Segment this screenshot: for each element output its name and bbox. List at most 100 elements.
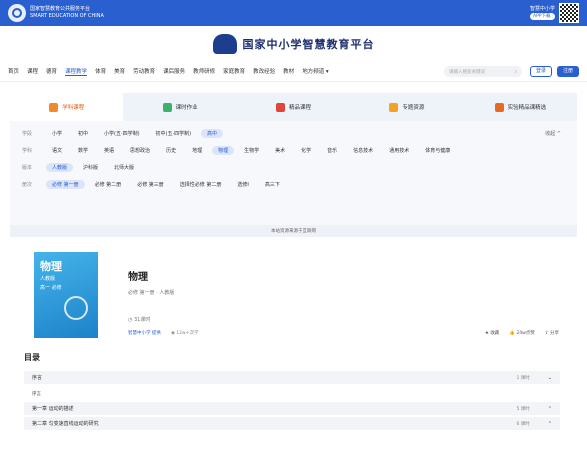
book-hours: ◷ 31课时 [128, 317, 151, 323]
filter-option[interactable]: 体育与健康 [419, 146, 456, 155]
hours-value: 31课时 [133, 317, 151, 323]
filter-option[interactable]: 选修I [231, 180, 254, 189]
nav-item[interactable]: 课程教学 [65, 67, 88, 76]
filter-option[interactable]: 思想政治 [124, 146, 156, 155]
nav-item[interactable]: 教改经验 [253, 67, 275, 76]
register-button[interactable]: 注册 [556, 66, 579, 77]
like-button[interactable]: 👍 24w点赞 [509, 330, 534, 336]
org-name-en: SMART EDUCATION OF CHINA [30, 13, 104, 19]
filter-options: 人教版 沪科版 北师大版 [46, 163, 140, 172]
nav-item[interactable]: 德育 [46, 67, 57, 76]
category-tab-icon [276, 102, 285, 112]
chevron-down-icon[interactable]: ⌄ [548, 375, 552, 381]
category-tab[interactable]: 学科课程 [10, 93, 124, 121]
toc-chapter-meta-group: 5 课时 ⌃ [517, 406, 553, 412]
category-tabs: 学科课程 课时作业 精品课程 专题资源 实验精品课精选 [10, 93, 577, 121]
search-placeholder: 请输入搜索关键词 [448, 69, 485, 75]
toc-chapter[interactable]: 第一章 运动的描述 5 课时 ⌃ [24, 402, 560, 415]
thumb-icon: 👍 [509, 331, 515, 336]
nav-item[interactable]: 体育 [95, 67, 106, 76]
category-tab[interactable]: 精品课程 [237, 93, 350, 121]
site-logo[interactable]: 国家智慧教育公共服务平台 SMART EDUCATION OF CHINA [8, 4, 104, 22]
filter-option[interactable]: 英语 [98, 146, 120, 155]
toc-chapter[interactable]: 第二章 匀变速直线运动的研究 6 课时 ⌃ [24, 417, 560, 430]
filter-option[interactable]: 选择性必修 第二册 [174, 180, 228, 189]
category-tab-label: 学科课程 [62, 105, 85, 111]
book-source[interactable]: 智慧中小学 提供 [128, 330, 161, 336]
filter-option[interactable]: 信息技术 [347, 146, 379, 155]
filter-option[interactable]: 语文 [46, 146, 68, 155]
nav-item[interactable]: 家庭教育 [223, 67, 245, 76]
like-count: 24w点赞 [516, 331, 535, 336]
share-button[interactable]: ⇪ 分享 [545, 330, 559, 336]
nav-item[interactable]: 地方频道 ▾ [302, 67, 329, 76]
filter-option[interactable]: 高中 [201, 129, 224, 138]
filter-option[interactable]: 小学(五·四学制) [98, 129, 146, 138]
brand-title: 国家中小学智慧教育平台 [242, 38, 375, 51]
toc-chapter-meta: 1 课时 [516, 375, 530, 381]
filter-option[interactable]: 北师大版 [108, 163, 140, 172]
filter-option[interactable]: 初中 [72, 129, 94, 138]
brand-logo-icon [212, 34, 237, 54]
filter-row: 学科 语文 数学 英语 思想政治 历史 地理 物理 生物学 美术 化学 音乐 信息技术 通用技术 体育与健康 [22, 142, 567, 159]
category-tab[interactable]: 实验精品课精选 [464, 93, 577, 121]
filter-row-label: 册次 [22, 182, 33, 188]
nav-item[interactable]: 课程 [27, 67, 38, 76]
filter-option[interactable]: 高三下 [259, 180, 286, 189]
nav-item[interactable]: 首页 [8, 67, 19, 76]
filter-option[interactable]: 必修 第二册 [89, 180, 128, 189]
toc-chapter[interactable]: 序言 1 课时 ⌄ [24, 371, 560, 384]
collapse-button[interactable]: 收起 ^ [545, 130, 561, 137]
category-tab-label: 课时作业 [175, 105, 198, 111]
filter-option[interactable]: 沪科版 [77, 163, 104, 172]
views-value: 12w+次学 [176, 331, 199, 336]
filter-option[interactable]: 历史 [160, 146, 182, 155]
filter-option[interactable]: 美术 [269, 146, 291, 155]
filter-option[interactable]: 化学 [295, 146, 317, 155]
toc-chapter-meta-group: 6 课时 ⌃ [517, 421, 553, 427]
nav-item[interactable]: 课后服务 [163, 67, 185, 76]
toc-chapter-meta: 6 课时 [516, 421, 530, 427]
filter-options: 语文 数学 英语 思想政治 历史 地理 物理 生物学 美术 化学 音乐 信息技术 通用技术 体育与健康 [46, 146, 456, 155]
toc-chapter-meta: 5 课时 [516, 406, 530, 412]
toc-lesson[interactable]: 序言 [24, 386, 560, 402]
filter-option[interactable]: 小学 [46, 129, 68, 138]
search-input[interactable]: 请输入搜索关键词 ⌕ [443, 66, 522, 77]
filter-option[interactable]: 初中(五·四学制) [150, 129, 198, 138]
main-nav: 首页 课程 德育 课程教学 体育 美育 劳动教育 课后服务 教师研修 家庭教育 教改经验 教材 地方频道… [0, 62, 587, 82]
search-icon[interactable]: ⌕ [514, 69, 517, 75]
category-tab-icon [389, 102, 399, 112]
login-button[interactable]: 登录 [529, 66, 552, 77]
filter-option[interactable]: 地理 [186, 146, 208, 155]
favorite-button[interactable]: ★ 收藏 [485, 330, 499, 336]
app-download-button[interactable]: APP下载 [529, 13, 555, 20]
toc-chapter-label: 第二章 匀变速直线运动的研究 [32, 421, 99, 427]
filter-option[interactable]: 通用技术 [383, 146, 415, 155]
toc-chapter-label: 序言 [32, 375, 43, 381]
filter-option[interactable]: 必修 第一册 [46, 180, 85, 189]
category-tab-label: 专题资源 [402, 105, 425, 111]
nav-item[interactable]: 劳动教育 [133, 67, 155, 76]
chevron-up-icon[interactable]: ⌃ [548, 421, 552, 427]
book-subtitle: 必修 第一册 · 人教版 [128, 290, 175, 296]
filter-row: 学段 小学 初中 小学(五·四学制) 初中(五·四学制) 高中 [22, 125, 567, 142]
category-tab-icon [162, 102, 172, 112]
filter-option[interactable]: 音乐 [321, 146, 343, 155]
nav-item[interactable]: 教材 [283, 67, 294, 76]
filter-option[interactable]: 物理 [212, 146, 235, 155]
filter-option[interactable]: 必修 第三册 [131, 180, 170, 189]
chevron-up-icon[interactable]: ⌃ [548, 406, 552, 412]
brand-header: 国家中小学智慧教育平台 [0, 26, 587, 62]
filter-option[interactable]: 数学 [72, 146, 94, 155]
nav-item[interactable]: 教师研修 [193, 67, 215, 76]
category-tab-label: 实验精品课精选 [507, 105, 547, 111]
filter-option[interactable]: 人教版 [46, 163, 74, 172]
filter-option[interactable]: 生物学 [238, 146, 265, 155]
category-tab[interactable]: 课时作业 [123, 93, 236, 121]
book-cover[interactable]: 物理 人教版 高一 必修 [34, 252, 98, 338]
cover-grade: 高一 必修 [40, 285, 62, 291]
app-label: 智慧中小学 [529, 6, 555, 12]
filter-panel: 学科课程 课时作业 精品课程 专题资源 实验精品课精选 收起 ^ 学段 小学 初中 小学(五·… [10, 93, 577, 231]
nav-item[interactable]: 美育 [114, 67, 125, 76]
category-tab[interactable]: 专题资源 [350, 93, 463, 121]
